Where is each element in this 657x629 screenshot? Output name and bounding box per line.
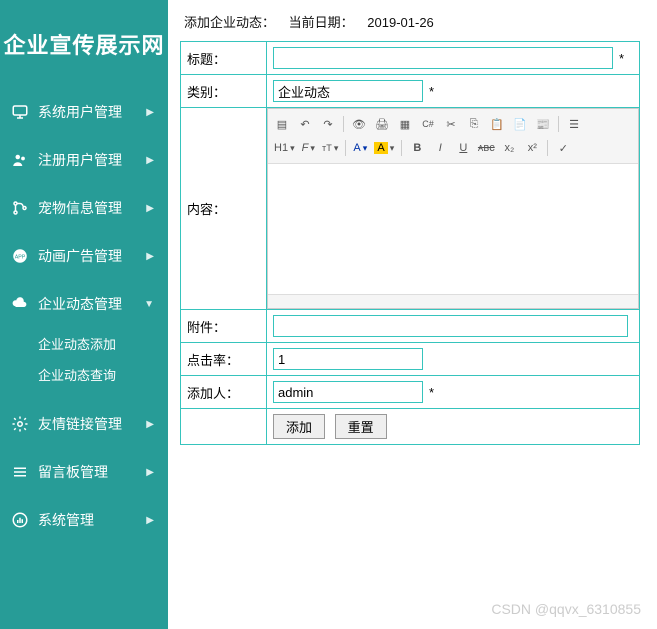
main-menu: 系统用户管理 ▶ 注册用户管理 ▶ 宠物信息管理 ▶ APP 动画广告管理 ▶ …	[0, 88, 168, 544]
editor-toolbar: ▤ ↶ ↷ 👁 🖨 ▦ C# ✂ ⎘ 📋	[268, 109, 638, 164]
separator	[547, 140, 548, 156]
menu-label: 友情链接管理	[38, 414, 146, 434]
undo-icon[interactable]: ↶	[295, 114, 315, 134]
adder-input[interactable]	[273, 381, 423, 403]
main-content: 添加企业动态： 当前日期： 2019-01-26 标题： * 类别： * 内容：	[168, 0, 657, 629]
menu-label: 注册用户管理	[38, 150, 146, 170]
watermark: CSDN @qqvx_6310855	[491, 601, 641, 617]
crumb-date-label: 当前日期：	[289, 15, 354, 30]
users-icon	[10, 150, 30, 170]
menu-item-guestbook[interactable]: 留言板管理 ▶	[0, 448, 168, 496]
brand-title: 企业宣传展示网	[0, 0, 168, 88]
menu-item-enterprise-news[interactable]: 企业动态管理 ▼	[0, 280, 168, 328]
hits-input[interactable]	[273, 348, 423, 370]
breadcrumb: 添加企业动态： 当前日期： 2019-01-26	[180, 8, 657, 41]
chevron-down-icon: ▼	[144, 299, 154, 310]
strike-icon[interactable]: ᴀʙc	[476, 138, 496, 158]
chevron-right-icon: ▶	[146, 203, 154, 214]
menu-item-system[interactable]: 系统管理 ▶	[0, 496, 168, 544]
source-icon[interactable]: ▤	[272, 114, 292, 134]
copy-icon[interactable]: ⎘	[464, 114, 484, 134]
required-mark: *	[429, 385, 434, 400]
cloud-icon	[10, 294, 30, 314]
category-input[interactable]	[273, 80, 423, 102]
gear-icon	[10, 414, 30, 434]
editor-footer	[268, 294, 638, 308]
menu-item-links[interactable]: 友情链接管理 ▶	[0, 400, 168, 448]
submenu-item-query[interactable]: 企业动态查询	[38, 359, 168, 390]
heading-select[interactable]: H1▾	[272, 142, 297, 154]
chevron-right-icon: ▶	[146, 251, 154, 262]
menu-item-pet-info[interactable]: 宠物信息管理 ▶	[0, 184, 168, 232]
print-icon[interactable]: 🖨	[372, 114, 392, 134]
svg-text:APP: APP	[15, 254, 26, 260]
subscript-icon[interactable]: x₂	[499, 138, 519, 158]
paste-plain-icon[interactable]: 📄	[510, 114, 530, 134]
submenu-enterprise-news: 企业动态添加 企业动态查询	[0, 328, 168, 400]
form-table: 标题： * 类别： * 内容： ▤ ↶ ↷	[180, 41, 640, 445]
attach-label: 附件：	[181, 310, 267, 343]
adder-label: 添加人：	[181, 376, 267, 409]
chevron-right-icon: ▶	[146, 467, 154, 478]
select-all-icon[interactable]: ☰	[564, 114, 584, 134]
list-icon	[10, 462, 30, 482]
template-icon[interactable]: ▦	[395, 114, 415, 134]
title-input[interactable]	[273, 47, 613, 69]
hits-label: 点击率：	[181, 343, 267, 376]
menu-item-registered-users[interactable]: 注册用户管理 ▶	[0, 136, 168, 184]
separator	[401, 140, 402, 156]
chevron-right-icon: ▶	[146, 419, 154, 430]
font-color-select[interactable]: A▾	[351, 142, 369, 154]
menu-label: 系统用户管理	[38, 102, 146, 122]
editor-body[interactable]	[268, 164, 638, 294]
menu-item-system-users[interactable]: 系统用户管理 ▶	[0, 88, 168, 136]
font-family-select[interactable]: F▾	[300, 142, 317, 154]
title-label: 标题：	[181, 42, 267, 75]
attach-input[interactable]	[273, 315, 628, 337]
font-size-select[interactable]: ᴛT▾	[320, 143, 340, 154]
menu-item-animation-ads[interactable]: APP 动画广告管理 ▶	[0, 232, 168, 280]
paste-word-icon[interactable]: 📰	[533, 114, 553, 134]
bold-icon[interactable]: B	[407, 138, 427, 158]
empty-label	[181, 409, 267, 445]
chevron-right-icon: ▶	[146, 515, 154, 526]
crumb-title: 添加企业动态：	[184, 15, 275, 30]
sidebar: 企业宣传展示网 系统用户管理 ▶ 注册用户管理 ▶ 宠物信息管理 ▶ APP 动…	[0, 0, 168, 629]
separator	[343, 116, 344, 132]
menu-label: 企业动态管理	[38, 294, 144, 314]
crumb-date: 2019-01-26	[367, 15, 434, 30]
menu-label: 动画广告管理	[38, 246, 146, 266]
monitor-icon	[10, 102, 30, 122]
clear-format-icon[interactable]: ✓	[553, 138, 573, 158]
superscript-icon[interactable]: x²	[522, 138, 542, 158]
preview-icon[interactable]: 👁	[349, 114, 369, 134]
category-label: 类别：	[181, 75, 267, 108]
chevron-right-icon: ▶	[146, 155, 154, 166]
bg-color-select[interactable]: A▾	[372, 142, 396, 154]
chart-icon	[10, 510, 30, 530]
code-icon[interactable]: C#	[418, 114, 438, 134]
submenu-item-add[interactable]: 企业动态添加	[38, 328, 168, 359]
required-mark: *	[429, 84, 434, 99]
content-label: 内容：	[181, 108, 267, 310]
menu-label: 系统管理	[38, 510, 146, 530]
required-mark: *	[619, 51, 624, 66]
separator	[558, 116, 559, 132]
redo-icon[interactable]: ↷	[318, 114, 338, 134]
paste-icon[interactable]: 📋	[487, 114, 507, 134]
menu-label: 留言板管理	[38, 462, 146, 482]
reset-button[interactable]: 重置	[335, 414, 387, 439]
separator	[345, 140, 346, 156]
cut-icon[interactable]: ✂	[441, 114, 461, 134]
app-icon: APP	[10, 246, 30, 266]
underline-icon[interactable]: U	[453, 138, 473, 158]
submit-button[interactable]: 添加	[273, 414, 325, 439]
menu-label: 宠物信息管理	[38, 198, 146, 218]
chevron-right-icon: ▶	[146, 107, 154, 118]
italic-icon[interactable]: I	[430, 138, 450, 158]
git-icon	[10, 198, 30, 218]
rich-text-editor: ▤ ↶ ↷ 👁 🖨 ▦ C# ✂ ⎘ 📋	[267, 108, 639, 309]
